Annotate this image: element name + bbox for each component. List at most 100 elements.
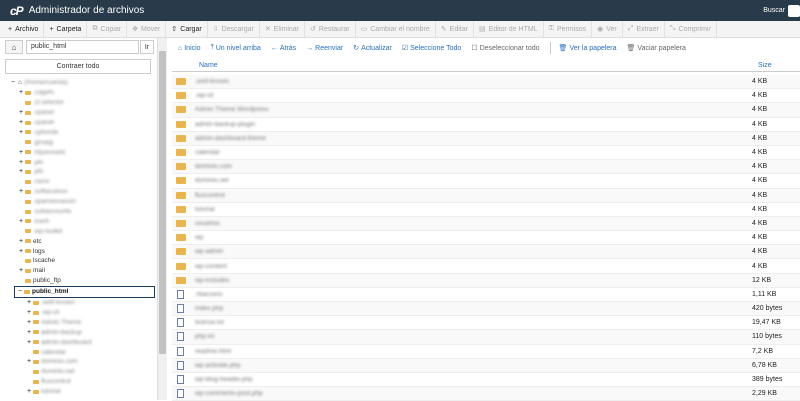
file-row[interactable]: wp-comments-post.php 2,29 KB [172, 387, 800, 401]
tree-item[interactable]: + mail [0, 266, 158, 276]
tree-item[interactable]: + .htpasswds [0, 147, 158, 157]
file-row[interactable]: wp-includes 12 KB [172, 273, 800, 288]
ver-la-papelera-button[interactable]: 🗑 Ver la papelera [559, 44, 617, 53]
expand-icon[interactable]: + [18, 238, 24, 245]
expand-icon[interactable]: + [18, 218, 24, 225]
tree-item[interactable]: + .cagefs [0, 88, 158, 98]
toolbar-editor-de-html-button[interactable]: ▤ Editor de HTML [474, 21, 544, 37]
toolbar-mover-button[interactable]: ✥ Mover [127, 21, 167, 37]
file-row[interactable]: .wp-cli 4 KB [172, 89, 800, 104]
collapse-icon[interactable]: − [17, 288, 23, 295]
tree-item[interactable]: + .cpanel [0, 118, 158, 128]
expand-icon[interactable]: + [18, 188, 24, 195]
tree-item[interactable]: + .well-known [0, 298, 158, 308]
tree-item[interactable]: .wp-toolkit [0, 226, 158, 236]
tree-item[interactable]: dominio.net [0, 367, 158, 377]
reenviar-button[interactable]: → Reenviar [306, 45, 343, 52]
toolbar-extraer-button[interactable]: ⤢ Extraer [623, 21, 665, 37]
expand-icon[interactable]: + [26, 309, 32, 316]
tree-item[interactable]: .subaccounts [0, 207, 158, 217]
file-row[interactable]: readme.html 7,2 KB [172, 345, 800, 359]
tree-item[interactable]: + .cpanel [0, 108, 158, 118]
toolbar-permisos-button[interactable]: ⚿ Permisos [544, 21, 593, 37]
toolbar-copiar-button[interactable]: ⧉ Copiar [87, 21, 128, 37]
tree-item[interactable]: public_ftp [0, 276, 158, 286]
file-row[interactable]: index.php 420 bytes [172, 302, 800, 317]
file-row[interactable]: dominio.com 4 KB [172, 160, 800, 175]
expand-icon[interactable]: + [18, 267, 24, 274]
tree-item[interactable]: + tutorial [0, 387, 158, 397]
seleccione-todo-button[interactable]: ☑ Seleccione Todo [402, 44, 462, 53]
tree-item[interactable]: − public_html [14, 285, 155, 298]
tree-item[interactable]: + dominio.com [0, 357, 158, 367]
tree-item[interactable]: + etc [0, 236, 158, 246]
tree-item[interactable]: fluxcontrol [0, 377, 158, 387]
tree-item[interactable]: + .pki [0, 157, 158, 167]
expand-icon[interactable]: + [18, 159, 24, 166]
tree-item[interactable]: + logs [0, 246, 158, 256]
toolbar-comprimir-button[interactable]: ⤡ Comprimir [665, 21, 717, 37]
toolbar-archivo-button[interactable]: + Archivo [3, 21, 45, 37]
file-row[interactable]: admin-dashboard-theme 4 KB [172, 131, 800, 146]
expand-icon[interactable]: + [26, 358, 32, 365]
tree-item[interactable]: calendar [0, 347, 158, 357]
file-row[interactable]: usuarios 4 KB [172, 216, 800, 232]
un-nivel-arriba-button[interactable]: ⤒ Un nivel arriba [211, 44, 261, 52]
file-row[interactable]: wp-content 4 KB [172, 259, 800, 274]
tree-item[interactable]: .gnupg [0, 137, 158, 147]
column-header-size[interactable]: Size [758, 62, 772, 69]
file-row[interactable]: wp 4 KB [172, 231, 800, 246]
expand-icon[interactable]: + [18, 109, 24, 116]
toolbar-restaurar-button[interactable]: ↺ Restaurar [305, 21, 356, 37]
deseleccionar-todo-button[interactable]: ☐ Deseleccionar todo [471, 44, 539, 53]
tree-item[interactable]: + .softaculous [0, 187, 158, 197]
expand-icon[interactable]: + [26, 339, 32, 346]
scrollbar-thumb[interactable] [159, 51, 166, 354]
tree-item[interactable]: .cl.selector [0, 98, 158, 108]
tree-item[interactable]: − ⌂ (/home/cuenta) [0, 78, 158, 88]
file-row[interactable]: .htaccess 1,11 KB [172, 288, 800, 302]
collapse-icon[interactable]: − [10, 79, 16, 86]
tree-item[interactable]: .razor [0, 177, 158, 187]
toolbar-cambiar-el-nombre-button[interactable]: ▭ Cambiar el nombre [356, 21, 436, 37]
go-button[interactable]: Ir [140, 40, 154, 54]
tree-item[interactable]: + .trash [0, 216, 158, 226]
vaciar-papelera-button[interactable]: 🗑 Vaciar papelera [627, 44, 686, 53]
toolbar-ver-button[interactable]: ◉ Ver [592, 21, 623, 37]
file-row[interactable]: wp-blog-header.php 389 bytes [172, 373, 800, 388]
tree-item[interactable]: + .wp-cli [0, 308, 158, 318]
file-row[interactable]: admin-backup-plugin 4 KB [172, 118, 800, 132]
file-row[interactable]: wp-admin 4 KB [172, 245, 800, 260]
inicio-button[interactable]: ⌂ Inicio [178, 45, 201, 52]
file-row[interactable]: wp-activate.php 6,78 KB [172, 358, 800, 373]
toolbar-carpeta-button[interactable]: + Carpeta [44, 21, 88, 37]
tree-scrollbar[interactable] [158, 38, 167, 400]
file-row[interactable]: calendar 4 KB [172, 146, 800, 161]
toolbar-cargar-button[interactable]: ⇧ Cargar [166, 21, 208, 37]
expand-icon[interactable]: + [18, 248, 24, 255]
expand-icon[interactable]: + [18, 119, 24, 126]
expand-icon[interactable]: + [18, 129, 24, 136]
expand-icon[interactable]: + [18, 168, 24, 175]
toolbar-eliminar-button[interactable]: ✕ Eliminar [260, 21, 306, 37]
atras-button[interactable]: ← Atrás [271, 45, 296, 52]
expand-icon[interactable]: + [26, 299, 32, 306]
toolbar-editar-button[interactable]: ✎ Editar [436, 21, 474, 37]
expand-icon[interactable]: + [26, 319, 32, 326]
path-input[interactable]: public_html [26, 40, 139, 54]
expand-icon[interactable]: + [26, 329, 32, 336]
file-row[interactable]: php.ini 110 bytes [172, 330, 800, 345]
expand-icon[interactable]: + [18, 89, 24, 96]
file-row[interactable]: license.txt 19,47 KB [172, 316, 800, 331]
home-icon[interactable]: ⌂ [5, 40, 23, 54]
collapse-all-button[interactable]: Contraer todo [5, 59, 151, 74]
tree-item[interactable]: .spamassassin [0, 197, 158, 207]
tree-item[interactable]: + .pki [0, 167, 158, 177]
actualizar-button[interactable]: ↻ Actualizar [353, 44, 392, 53]
tree-item[interactable]: + Admin Theme [0, 317, 158, 327]
file-row[interactable]: Admin Theme Wordpress 4 KB [172, 103, 800, 118]
file-row[interactable]: fluxcontrol 4 KB [172, 188, 800, 203]
tree-item[interactable]: + admin-backup [0, 327, 158, 337]
expand-icon[interactable]: + [26, 388, 32, 395]
file-row[interactable]: tutorial 4 KB [172, 203, 800, 217]
